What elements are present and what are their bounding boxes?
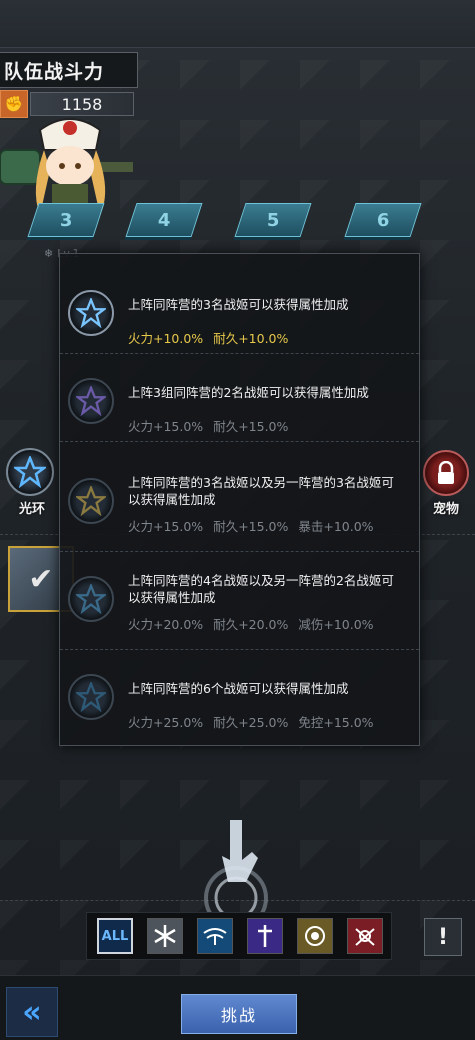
cross-faction-icon <box>258 925 272 947</box>
stat-crit: 暴击+10.0% <box>298 519 374 534</box>
stat-firepower: 火力+25.0% <box>128 715 204 730</box>
checkmark-icon: ✔ <box>28 561 54 597</box>
slot-number: 4 <box>157 209 171 231</box>
lock-icon <box>423 450 469 496</box>
star-icon <box>68 478 114 524</box>
stat-firepower: 火力+20.0% <box>128 617 204 632</box>
bonus-stats: 火力+15.0% 耐久+15.0% <box>128 416 288 435</box>
pet-button[interactable]: 宠物 <box>420 450 472 520</box>
bonus-item: 上阵同阵营的3名战姬可以获得属性加成 火力+10.0% 耐久+10.0% <box>60 266 419 354</box>
wings-faction-icon <box>203 928 227 945</box>
star-icon <box>68 576 114 622</box>
stat-durability: 耐久+15.0% <box>213 419 289 434</box>
bonus-description: 上阵同阵营的4名战姬以及另一阵营的2名战姬可以获得属性加成 <box>128 573 394 605</box>
bonus-description: 上阵同阵营的3名战姬可以获得属性加成 <box>128 297 349 312</box>
bonus-item: 上阵同阵营的4名战姬以及另一阵营的2名战姬可以获得属性加成 火力+20.0% 耐… <box>60 552 419 650</box>
bonus-stats: 火力+15.0% 耐久+15.0% 暴击+10.0% <box>128 516 374 535</box>
faction-bonus-popup: 上阵同阵营的3名战姬可以获得属性加成 火力+10.0% 耐久+10.0% 上阵3… <box>59 253 420 746</box>
faction-filter-bar: ALL <box>86 912 392 960</box>
top-strip <box>0 0 475 48</box>
bonus-stats: 火力+10.0% 耐久+10.0% <box>128 328 288 347</box>
aura-button[interactable]: 光环 <box>6 448 58 518</box>
slot-number: 3 <box>59 209 73 231</box>
bonus-description: 上阵同阵营的3名战姬以及另一阵营的3名战姬可以获得属性加成 <box>128 475 394 507</box>
stat-firepower: 火力+15.0% <box>128 519 204 534</box>
stat-durability: 耐久+15.0% <box>213 519 289 534</box>
back-button[interactable]: « <box>6 987 58 1037</box>
snowflake-faction-icon <box>154 925 176 947</box>
filter-all-button[interactable]: ALL <box>97 918 133 954</box>
bonus-description: 上阵同阵营的6个战姬可以获得属性加成 <box>128 681 349 696</box>
slot-number: 6 <box>376 209 390 231</box>
stat-firepower: 火力+10.0% <box>128 331 204 346</box>
bonus-stats: 火力+25.0% 耐久+25.0% 免控+15.0% <box>128 712 374 731</box>
formation-slot-4[interactable]: 4 <box>125 203 203 237</box>
aura-star-icon <box>6 448 54 496</box>
stat-firepower: 火力+15.0% <box>128 419 204 434</box>
star-icon <box>68 674 114 720</box>
formation-slot-5[interactable]: 5 <box>234 203 312 237</box>
filter-eagle-button[interactable] <box>347 918 383 954</box>
slot-number: 5 <box>266 209 280 231</box>
team-power-title: 队伍战斗力 <box>0 52 138 88</box>
formation-slot-3[interactable]: 3 <box>27 203 105 237</box>
stat-control-immunity: 免控+15.0% <box>298 715 374 730</box>
stat-damage-reduction: 减伤+10.0% <box>298 617 374 632</box>
info-button[interactable]: ! <box>424 918 462 956</box>
bonus-item: 上阵同阵营的6个战姬可以获得属性加成 火力+25.0% 耐久+25.0% 免控+… <box>60 650 419 738</box>
filter-wings-button[interactable] <box>197 918 233 954</box>
eagle-faction-icon <box>355 928 375 946</box>
lion-faction-icon <box>305 926 325 946</box>
star-icon <box>68 378 114 424</box>
bonus-description: 上阵3组同阵营的2名战姬可以获得属性加成 <box>128 385 369 400</box>
filter-cross-button[interactable] <box>247 918 283 954</box>
bonus-item: 上阵3组同阵营的2名战姬可以获得属性加成 火力+15.0% 耐久+15.0% <box>60 354 419 442</box>
bonus-item: 上阵同阵营的3名战姬以及另一阵营的3名战姬可以获得属性加成 火力+15.0% 耐… <box>60 454 419 552</box>
aura-label: 光环 <box>18 502 45 517</box>
filter-lion-button[interactable] <box>297 918 333 954</box>
snowflake-icon: ❄ <box>44 247 54 260</box>
bonus-stats: 火力+20.0% 耐久+20.0% 减伤+10.0% <box>128 614 374 633</box>
filter-snowflake-button[interactable] <box>147 918 183 954</box>
challenge-button[interactable]: 挑战 <box>181 994 297 1034</box>
stat-durability: 耐久+20.0% <box>213 617 289 632</box>
pet-label: 宠物 <box>432 502 459 517</box>
formation-slot-6[interactable]: 6 <box>344 203 422 237</box>
stat-durability: 耐久+25.0% <box>213 715 289 730</box>
stat-durability: 耐久+10.0% <box>213 331 289 346</box>
star-icon <box>68 290 114 336</box>
